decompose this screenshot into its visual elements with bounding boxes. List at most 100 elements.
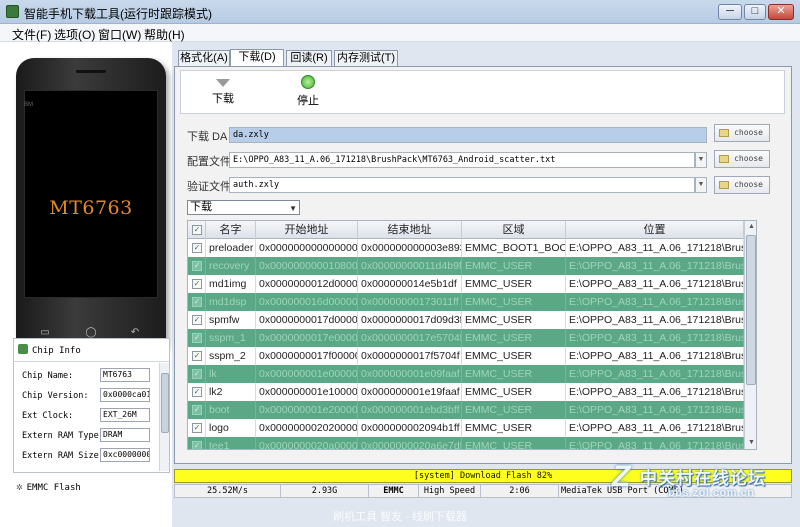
chip-info-scrollbar[interactable]: [159, 363, 169, 471]
cell-location: E:\OPPO_A83_11_A.06_171218\Brush...: [566, 257, 744, 275]
cell-checkbox[interactable]: ✓: [188, 383, 206, 401]
row-checkbox[interactable]: ✓: [192, 423, 202, 433]
col-name[interactable]: 名字: [206, 221, 256, 239]
cell-end: 0x0000000017d09d3f: [358, 311, 462, 329]
table-row[interactable]: ✓ logo 0x0000000020200000 0x000000002094b1f…: [188, 419, 744, 437]
scatter-choose-button[interactable]: choose: [714, 150, 770, 168]
row-checkbox[interactable]: ✓: [192, 279, 202, 289]
menu-help[interactable]: 帮助(H): [144, 26, 185, 43]
auth-label: 验证文件: [187, 181, 231, 193]
tab-memory-test[interactable]: 内存测试(T): [334, 50, 398, 66]
menu-options[interactable]: 选项(O): [54, 26, 95, 43]
scroll-up-icon[interactable]: ▲: [745, 221, 756, 233]
back-key-icon: ↶: [130, 327, 140, 338]
cell-checkbox[interactable]: ✓: [188, 275, 206, 293]
watermark-url: bbs.zol.com.cn: [668, 487, 755, 499]
table-row[interactable]: ✓ tee1 0x0000000020a00000 0x0000000020a6e7d…: [188, 437, 744, 449]
cell-start: 0x000000016d00000: [256, 293, 358, 311]
cell-checkbox[interactable]: ✓: [188, 401, 206, 419]
cell-checkbox[interactable]: ✓: [188, 365, 206, 383]
col-end[interactable]: 结束地址: [358, 221, 462, 239]
watermark-logo-icon: Z: [612, 460, 631, 493]
cell-location: E:\OPPO_A83_11_A.06_171218\Brush...: [566, 365, 744, 383]
stop-button[interactable]: 停止: [288, 75, 328, 108]
cell-start: 0x0000000000108000: [256, 257, 358, 275]
table-row[interactable]: ✓ md1img 0x0000000012d00000 0x000000014e5b1…: [188, 275, 744, 293]
col-region[interactable]: 区域: [462, 221, 566, 239]
cell-name: lk: [206, 365, 256, 383]
da-field[interactable]: da.zxly: [229, 127, 707, 143]
table-row[interactable]: ✓ preloader 0x0000000000000000 0x0000000000…: [188, 239, 744, 257]
phone-screen: [24, 90, 158, 298]
auth-dropdown-arrow[interactable]: ▼: [695, 177, 707, 193]
da-label: 下载 DA: [187, 131, 228, 143]
col-start[interactable]: 开始地址: [256, 221, 358, 239]
scatter-field[interactable]: E:\OPPO_A83_11_A.06_171218\BrushPack\MT6…: [229, 152, 695, 168]
col-location[interactable]: 位置: [566, 221, 744, 239]
row-checkbox[interactable]: ✓: [192, 405, 202, 415]
toolbar: 下载 停止: [180, 70, 785, 114]
folder-icon: [719, 155, 729, 163]
table-row[interactable]: ✓ recovery 0x0000000000108000 0x00000000011…: [188, 257, 744, 275]
emmc-flash-section[interactable]: ✲ EMMC Flash: [16, 480, 81, 493]
select-all-cell[interactable]: ✓: [188, 221, 206, 239]
scatter-dropdown-arrow[interactable]: ▼: [695, 152, 707, 168]
cell-checkbox[interactable]: ✓: [188, 329, 206, 347]
maximize-button[interactable]: □: [744, 4, 766, 20]
row-checkbox[interactable]: ✓: [192, 441, 202, 449]
table-row[interactable]: ✓ sspm_2 0x0000000017f00000 0x0000000017f57…: [188, 347, 744, 365]
cell-checkbox[interactable]: ✓: [188, 239, 206, 257]
table-row[interactable]: ✓ lk 0x000000001e000000 0x000000001e09faaf E…: [188, 365, 744, 383]
table-scrollbar[interactable]: ▲ ▼: [744, 221, 756, 449]
cell-checkbox[interactable]: ✓: [188, 311, 206, 329]
mode-select[interactable]: 下载 ▼: [187, 200, 300, 215]
tab-readback[interactable]: 回读(R): [286, 50, 332, 66]
da-choose-button[interactable]: choose: [714, 124, 770, 142]
auth-field[interactable]: auth.zxly: [229, 177, 695, 193]
stop-label: 停止: [297, 95, 319, 107]
menu-file[interactable]: 文件(F): [12, 26, 51, 43]
download-button[interactable]: 下载: [203, 75, 243, 106]
cell-checkbox[interactable]: ✓: [188, 347, 206, 365]
row-checkbox[interactable]: ✓: [192, 351, 202, 361]
scroll-thumb[interactable]: [161, 373, 169, 433]
cell-end: 0x000000001e19faaf: [358, 383, 462, 401]
folder-icon: [719, 129, 729, 137]
cell-start: 0x0000000017e00000: [256, 329, 358, 347]
close-button[interactable]: ✕: [768, 4, 794, 20]
table-row[interactable]: ✓ md1dsp 0x000000016d00000 0x00000000173011…: [188, 293, 744, 311]
cell-checkbox[interactable]: ✓: [188, 437, 206, 449]
table-row[interactable]: ✓ sspm_1 0x0000000017e00000 0x0000000017e57…: [188, 329, 744, 347]
row-checkbox[interactable]: ✓: [192, 387, 202, 397]
tab-download[interactable]: 下载(D): [230, 49, 284, 66]
table-row[interactable]: ✓ lk2 0x000000001e100000 0x000000001e19faaf…: [188, 383, 744, 401]
row-checkbox[interactable]: ✓: [192, 243, 202, 253]
cell-location: E:\OPPO_A83_11_A.06_171218\Brush...: [566, 239, 744, 257]
row-checkbox[interactable]: ✓: [192, 369, 202, 379]
table-row[interactable]: ✓ spmfw 0x0000000017d00000 0x0000000017d09d…: [188, 311, 744, 329]
scroll-thumb[interactable]: [746, 235, 756, 385]
scroll-down-icon[interactable]: ▼: [745, 437, 756, 449]
tab-format[interactable]: 格式化(A): [178, 50, 230, 66]
cell-name: spmfw: [206, 311, 256, 329]
cell-end: 0x0000000020a6e7df: [358, 437, 462, 449]
row-checkbox[interactable]: ✓: [192, 315, 202, 325]
download-arrow-icon: [216, 79, 230, 87]
cell-region: EMMC_USER: [462, 383, 566, 401]
minimize-button[interactable]: ─: [718, 4, 742, 20]
cell-end: 0x000000001e09faaf: [358, 365, 462, 383]
row-checkbox[interactable]: ✓: [192, 261, 202, 271]
cell-checkbox[interactable]: ✓: [188, 293, 206, 311]
row-checkbox[interactable]: ✓: [192, 297, 202, 307]
cell-region: EMMC_USER: [462, 419, 566, 437]
cell-checkbox[interactable]: ✓: [188, 419, 206, 437]
cell-region: EMMC_USER: [462, 401, 566, 419]
menu-window[interactable]: 窗口(W): [98, 26, 141, 43]
table-row[interactable]: ✓ boot 0x000000001e200000 0x000000001ebd3bf…: [188, 401, 744, 419]
row-checkbox[interactable]: ✓: [192, 333, 202, 343]
cell-name: recovery: [206, 257, 256, 275]
select-all-checkbox[interactable]: ✓: [192, 225, 202, 235]
auth-choose-button[interactable]: choose: [714, 176, 770, 194]
cell-checkbox[interactable]: ✓: [188, 257, 206, 275]
cell-start: 0x0000000000000000: [256, 239, 358, 257]
